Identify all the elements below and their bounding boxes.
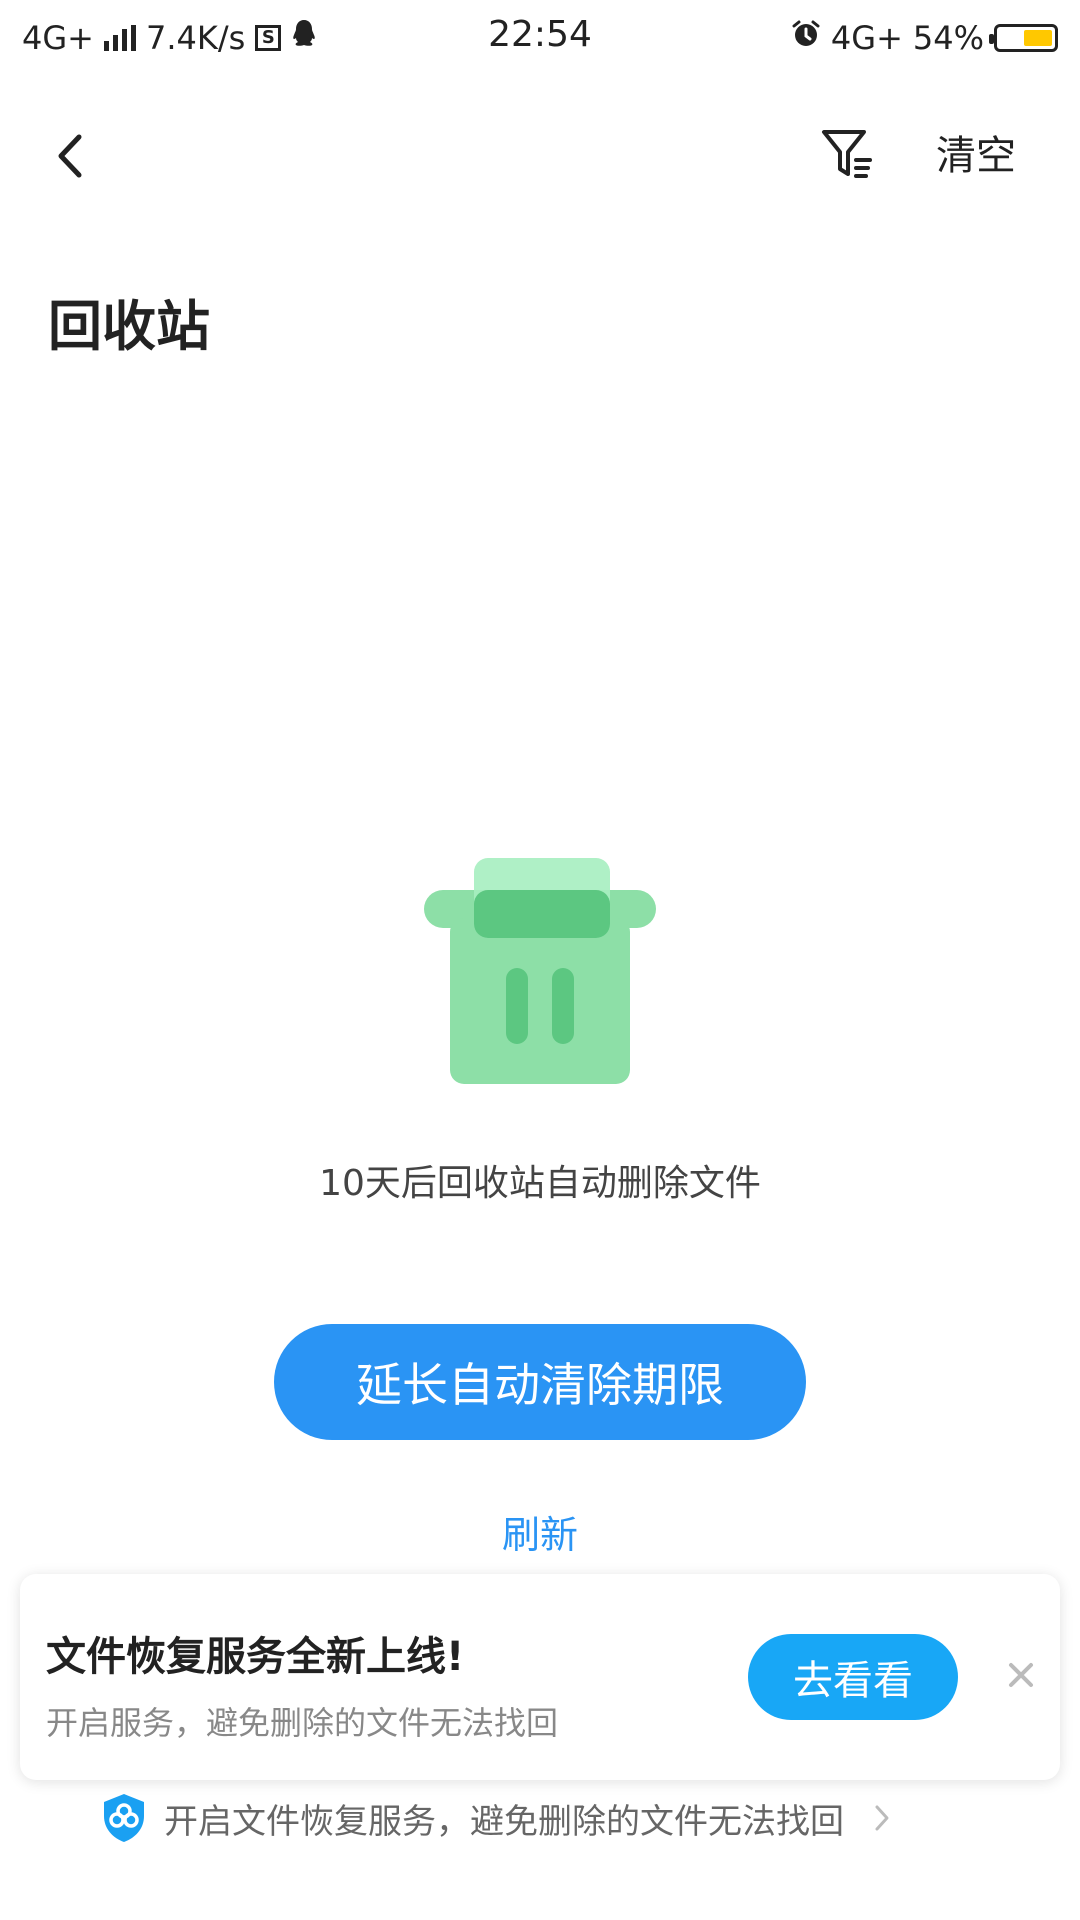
go-see-button[interactable]: 去看看 <box>748 1634 958 1720</box>
promo-title: 文件恢复服务全新上线! <box>46 1634 465 1680</box>
network-type-right: 4G+ <box>830 19 903 57</box>
battery-percent: 54% <box>912 19 984 57</box>
page-title: 回收站 <box>48 295 210 358</box>
status-bar: 4G+ 7.4K/s S 22:54 4G+ 54% <box>0 0 1080 74</box>
empty-message: 10天后回收站自动删除文件 <box>319 1163 761 1204</box>
alarm-icon <box>791 19 821 57</box>
refresh-link[interactable]: 刷新 <box>0 1504 1080 1559</box>
filter-icon <box>822 130 872 178</box>
close-promo-button[interactable] <box>998 1652 1044 1698</box>
chevron-left-icon <box>58 134 82 178</box>
battery-icon <box>989 24 1058 52</box>
clear-button[interactable]: 清空 <box>936 128 1016 184</box>
file-recovery-footer[interactable]: 开启文件恢复服务，避免删除的文件无法找回 <box>100 1790 890 1846</box>
extend-auto-clear-button[interactable]: 延长自动清除期限 <box>274 1324 806 1440</box>
status-right: 4G+ 54% <box>791 16 1058 60</box>
promo-card: 文件恢复服务全新上线! 开启服务，避免删除的文件无法找回 去看看 <box>20 1574 1060 1780</box>
promo-subtitle: 开启服务，避免删除的文件无法找回 <box>46 1704 559 1742</box>
back-button[interactable] <box>46 128 94 184</box>
close-icon <box>1009 1663 1033 1687</box>
filter-button[interactable] <box>820 126 876 182</box>
footer-text: 开启文件恢复服务，避免删除的文件无法找回 <box>164 1801 844 1842</box>
shield-icon <box>104 1794 144 1842</box>
chevron-right-icon <box>874 1804 890 1832</box>
trash-bin-icon <box>424 858 656 1084</box>
